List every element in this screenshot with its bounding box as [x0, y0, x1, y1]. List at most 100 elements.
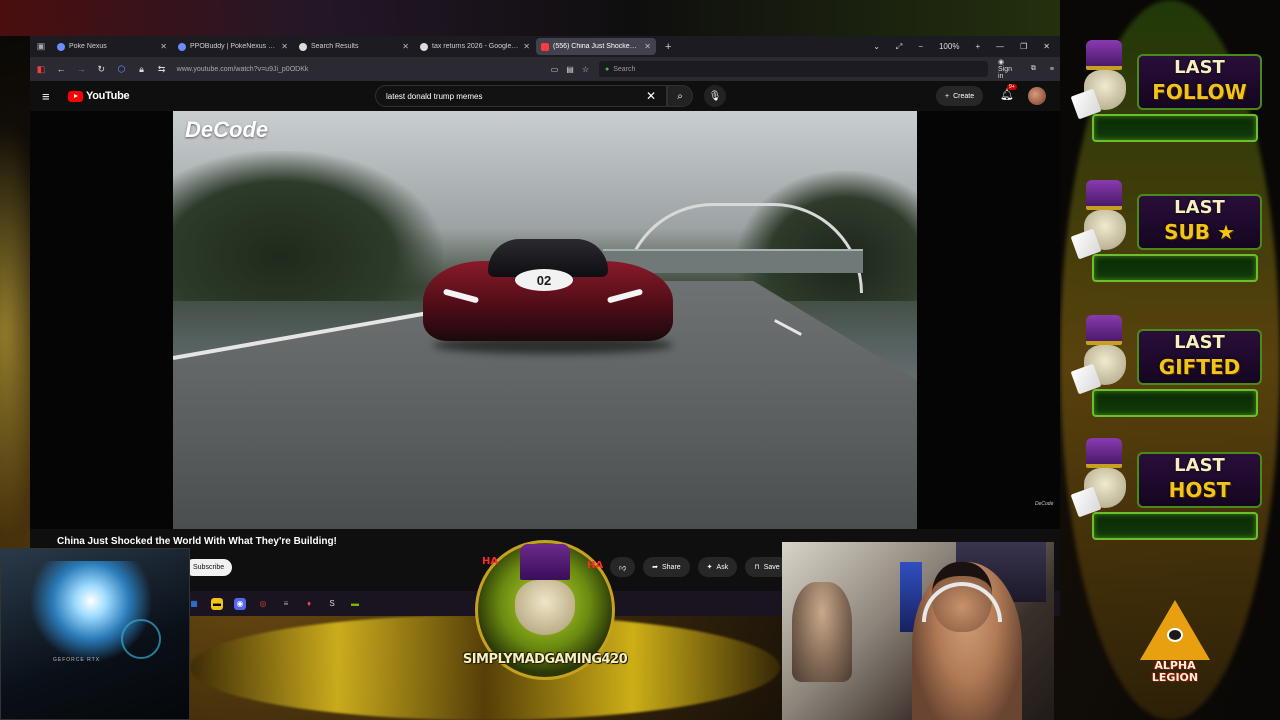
joker-hat-icon — [520, 544, 570, 580]
plus-icon: + — [945, 92, 950, 100]
ask-label: Ask — [716, 563, 729, 571]
legion-text: ALPHA LEGION — [1130, 660, 1220, 684]
reload-icon[interactable]: ↻ — [96, 64, 106, 75]
alert-value-box — [1092, 512, 1258, 540]
browser-search-input[interactable]: ● Search — [598, 61, 988, 77]
ha-text-left: HA — [482, 556, 499, 567]
alert-line2: HOST — [1168, 478, 1231, 502]
extensions-icon[interactable]: ⧉ — [1031, 65, 1036, 73]
window-controls: ⌄ ⤢ − 100% + — ❐ ✕ — [873, 42, 1060, 52]
shield-icon[interactable]: ⬡ — [116, 64, 126, 75]
joker-icon — [1070, 315, 1136, 395]
forward-icon[interactable]: → — [76, 64, 86, 74]
tab-label: tax returns 2026 - Google Searc — [432, 43, 519, 50]
video-title: China Just Shocked the World With What T… — [57, 536, 337, 547]
tab-poke-nexus[interactable]: Poke Nexus ✕ — [52, 38, 172, 55]
background-person — [792, 582, 852, 682]
notifications-badge: 9+ — [1007, 84, 1017, 90]
zoom-level[interactable]: 100% — [939, 42, 959, 51]
video-frame[interactable]: 02 DeCode — [173, 111, 917, 529]
new-tab-icon[interactable]: + — [657, 41, 679, 53]
search-engine-icon: ● — [604, 65, 610, 73]
alert-line1: LAST — [1174, 455, 1225, 476]
tab-dropdown-icon[interactable]: ⌄ — [873, 42, 880, 51]
tab-bar: ▣ Poke Nexus ✕ PPOBuddy | PokeNexus Data… — [30, 36, 1060, 57]
sign-in-label: Sign in — [997, 66, 1012, 80]
tab-close-icon[interactable]: ✕ — [402, 42, 409, 51]
last-sub-alert: LAST SUB ★ — [1070, 180, 1272, 300]
reader-icon[interactable]: ▤ — [566, 65, 574, 74]
alert-title: LAST GIFTED — [1137, 329, 1262, 385]
create-button[interactable]: + Create — [936, 86, 984, 106]
tab-favicon-icon — [57, 42, 65, 51]
tab-label: (556) China Just Shocked th — [553, 43, 641, 50]
subscribe-button[interactable]: Subscribe — [185, 559, 233, 576]
microphone-icon: 🎙︎ — [708, 90, 722, 102]
channel-name: SIMPLYMADGAMING420 — [462, 652, 628, 667]
tab-close-icon[interactable]: ✕ — [523, 42, 530, 51]
discord-icon[interactable]: ◉ — [234, 597, 246, 610]
tab-favicon-icon — [541, 42, 549, 51]
clear-search-icon[interactable]: ✕ — [646, 89, 656, 103]
zoom-out-icon[interactable]: − — [918, 42, 923, 51]
bookmark-star-icon[interactable]: ☆ — [582, 65, 589, 74]
tab-youtube-video[interactable]: (556) China Just Shocked th ✕ — [536, 38, 656, 55]
share-button[interactable]: ➦ Share — [643, 557, 690, 577]
gpu-label: GEFORCE RTX — [53, 657, 101, 663]
tab-close-icon[interactable]: ✕ — [644, 42, 651, 51]
sidebar-icon[interactable]: ◧ — [36, 64, 46, 75]
alert-line1: LAST — [1174, 57, 1225, 78]
trees-left — [173, 151, 443, 301]
tab-search-results[interactable]: Search Results ✕ — [294, 38, 414, 55]
last-gifted-alert: LAST GIFTED — [1070, 315, 1272, 435]
restore-icon[interactable]: ❐ — [1020, 42, 1027, 51]
chrome-icon[interactable]: ◎ — [257, 598, 269, 610]
video-actions: 👎︎ ➦ Share ✦ Ask ⊓ Save — [610, 557, 789, 577]
tab-favicon-icon — [178, 42, 186, 51]
expand-icon[interactable]: ⤢ — [896, 42, 902, 52]
nvidia-icon[interactable]: ▬ — [349, 598, 361, 610]
minimize-icon[interactable]: — — [996, 42, 1004, 51]
youtube-search-input[interactable]: latest donald trump memes ✕ — [375, 85, 667, 107]
tab-favicon-icon — [299, 42, 307, 51]
channel-watermark-small: DeCode — [1035, 501, 1054, 507]
youtube-search-button[interactable]: ⌕ — [667, 85, 693, 107]
lock-icon[interactable]: 🔒︎ — [136, 64, 146, 75]
pc-camera-overlay: GEFORCE RTX — [0, 548, 190, 720]
hamburger-menu-icon[interactable]: ≡ — [42, 89, 58, 104]
stream-tool-icon[interactable]: ≡ — [280, 598, 292, 610]
streamlabs-icon[interactable]: S — [326, 598, 338, 610]
alert-line2-text: SUB — [1164, 220, 1210, 244]
tab-close-icon[interactable]: ✕ — [160, 42, 167, 51]
tab-label: PPOBuddy | PokeNexus Databa — [190, 43, 278, 50]
pin-icon[interactable]: ♦ — [303, 598, 315, 610]
alert-title: LAST FOLLOW — [1137, 54, 1262, 110]
save-label: Save — [763, 563, 780, 571]
alert-line1: LAST — [1174, 332, 1225, 353]
tab-close-icon[interactable]: ✕ — [281, 42, 288, 51]
back-icon[interactable]: ← — [56, 64, 66, 74]
zoom-in-icon[interactable]: + — [975, 42, 980, 51]
account-avatar[interactable] — [1028, 87, 1046, 105]
voice-search-button[interactable]: 🎙︎ — [704, 85, 726, 107]
race-car: 02 — [423, 231, 673, 356]
last-follow-alert: LAST FOLLOW — [1070, 40, 1272, 160]
browser-search-placeholder: Search — [613, 65, 636, 73]
tab-ppobuddy[interactable]: PPOBuddy | PokeNexus Databa ✕ — [173, 38, 293, 55]
sign-in-button[interactable]: ◉ Sign in — [998, 58, 1017, 80]
tracking-icon[interactable]: ⇆ — [157, 64, 167, 75]
video-player-area[interactable]: 02 DeCode DeCode — [30, 111, 1060, 529]
url-actions: ▭ ▤ ☆ — [551, 65, 589, 74]
tab-tax-returns[interactable]: tax returns 2026 - Google Searc ✕ — [415, 38, 535, 55]
screenshot-icon[interactable]: ▭ — [551, 65, 559, 74]
ha-text-right: HA — [587, 560, 604, 571]
alpha-legion-logo: ALPHA LEGION — [1130, 600, 1220, 695]
top-backdrop — [0, 0, 1060, 36]
tab-list-icon[interactable]: ▣ — [30, 41, 52, 52]
file-explorer-icon[interactable]: ▬ — [211, 597, 223, 610]
ask-button[interactable]: ✦ Ask — [697, 557, 738, 577]
close-window-icon[interactable]: ✕ — [1043, 42, 1050, 51]
menu-icon[interactable]: ≡ — [1050, 66, 1054, 73]
url-field[interactable]: www.youtube.com/watch?v=u9Ji_p0ODKk — [177, 66, 421, 73]
youtube-logo[interactable]: YouTube — [68, 90, 130, 102]
